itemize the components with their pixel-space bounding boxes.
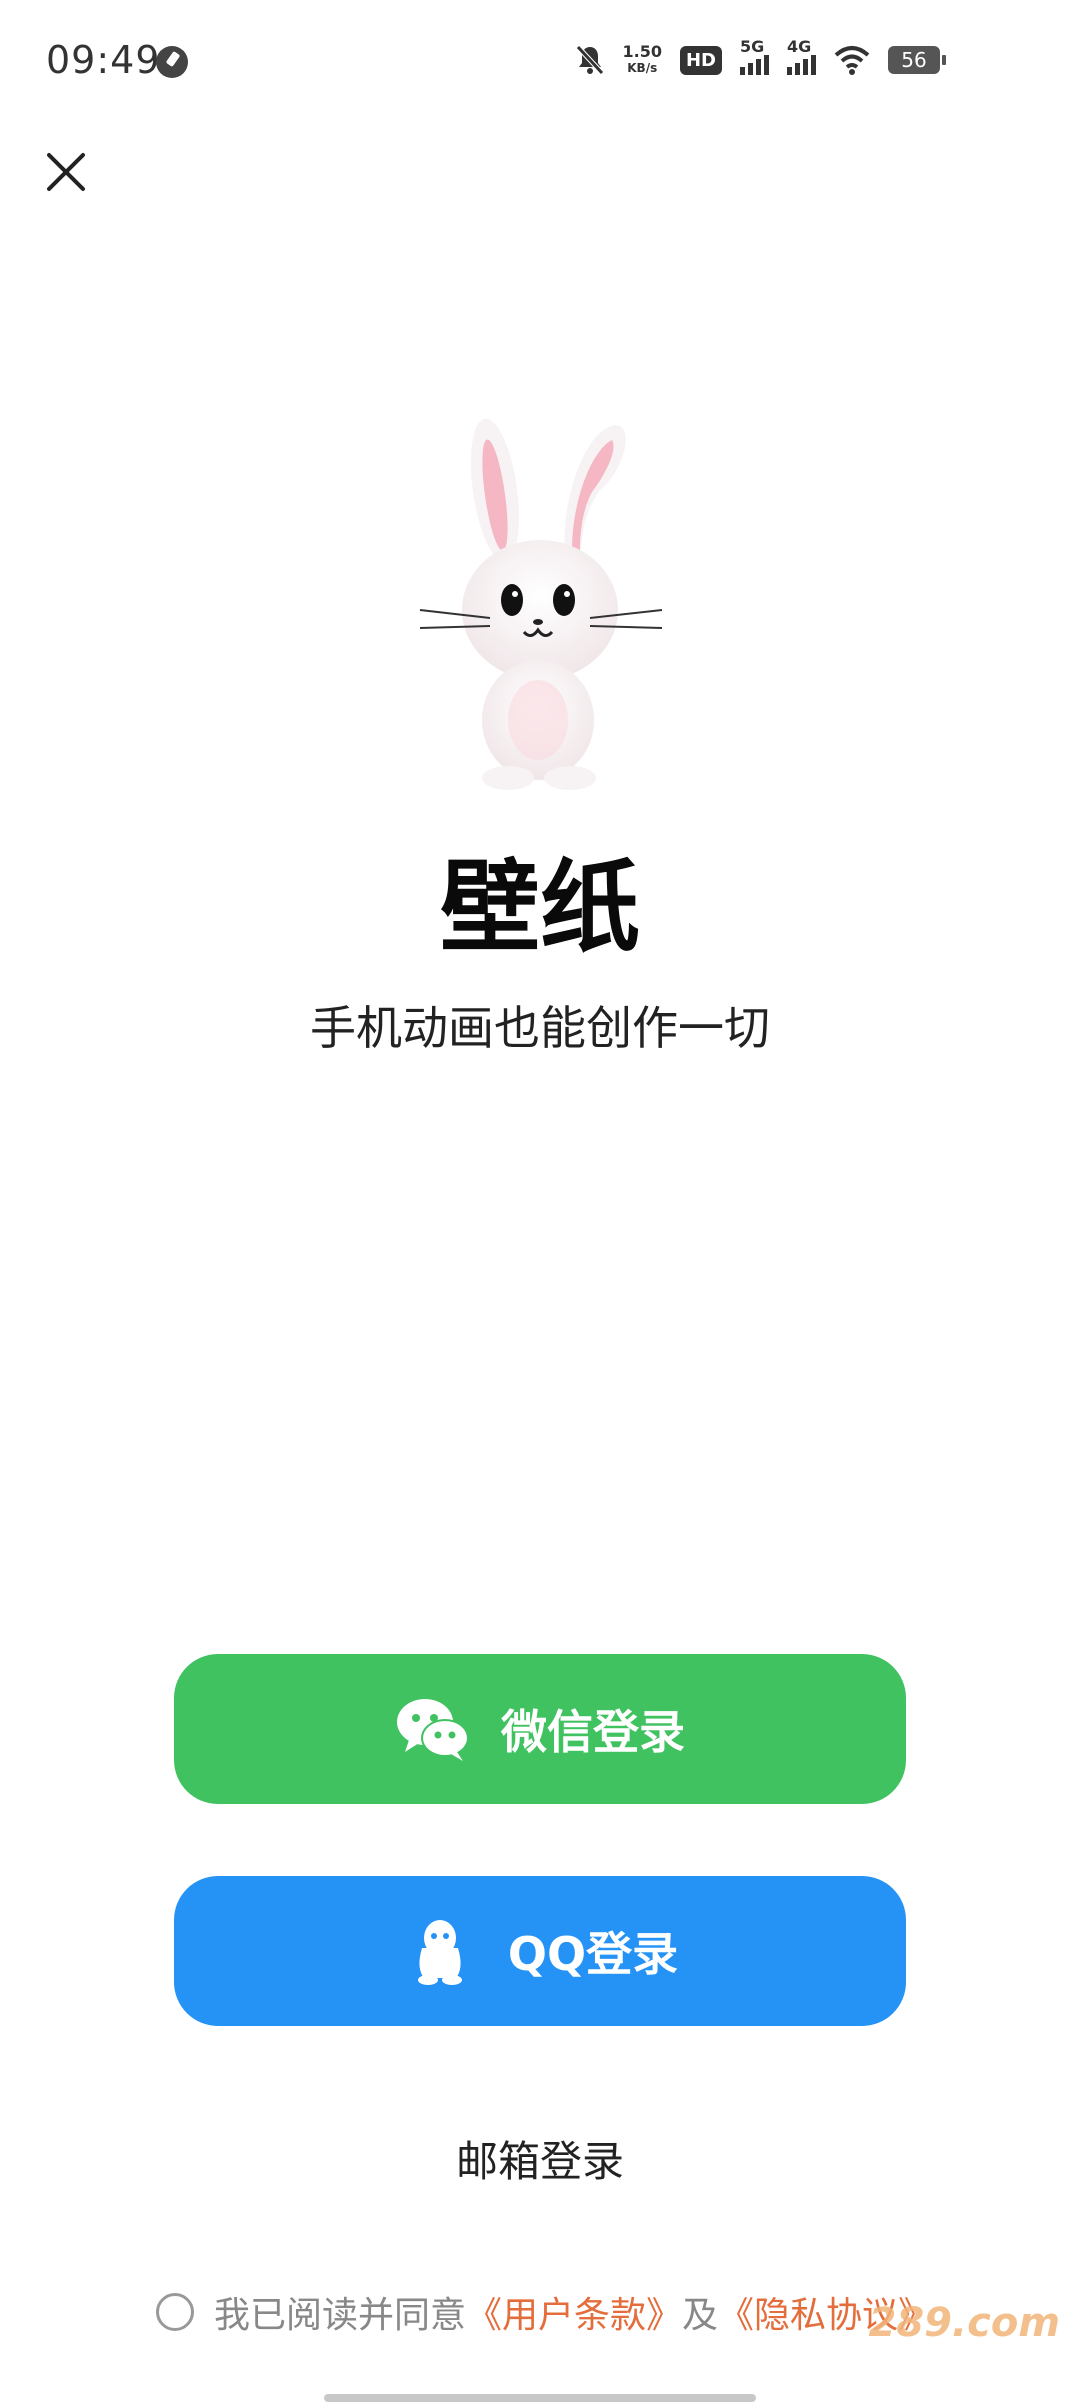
speed-dial-icon [156, 46, 188, 78]
home-indicator[interactable] [324, 2394, 756, 2402]
email-login-link[interactable]: 邮箱登录 [0, 2128, 1080, 2189]
status-time: 09:49 [46, 38, 161, 82]
close-button[interactable] [36, 142, 96, 202]
app-title: 壁纸 [440, 849, 640, 966]
wifi-icon [834, 46, 870, 75]
signal-4g-icon: 4G [787, 37, 816, 75]
site-watermark: 289.com [868, 2300, 1060, 2346]
wechat-login-label: 微信登录 [501, 1705, 685, 1759]
battery-icon: 56 [888, 46, 946, 74]
signal-5g-icon: 5G [740, 37, 769, 75]
status-bar: 09:49 1.50 KB/s HD 5G 4G 56 [0, 0, 1080, 120]
app-subtitle: 手机动画也能创作一切 [310, 1001, 770, 1055]
net-speed-unit: KB/s [627, 61, 658, 75]
agreement-row: 我已阅读并同意 《用户条款》 及 《隐私协议》 [156, 2284, 934, 2340]
agreement-text: 我已阅读并同意 [214, 2295, 467, 2336]
wechat-icon [397, 1699, 469, 1761]
user-terms-link[interactable]: 《用户条款》 [466, 2286, 682, 2338]
qq-login-label: QQ登录 [507, 1927, 679, 1981]
net-speed: 1.50 KB/s [623, 44, 662, 76]
status-icons: 1.50 KB/s HD 5G 4G 56 [575, 37, 946, 82]
signal-5g-label: 5G [740, 37, 765, 56]
agreement-conjunction: 及 [682, 2295, 719, 2336]
hd-icon: HD [679, 45, 722, 75]
agree-radio-button[interactable] [156, 2293, 194, 2331]
bunny-mascot-icon [419, 418, 663, 790]
wechat-login-button[interactable]: 微信登录 [174, 1654, 906, 1804]
qq-login-button[interactable]: QQ登录 [174, 1876, 906, 2026]
signal-4g-label: 4G [787, 37, 812, 56]
mute-icon [575, 45, 604, 75]
net-speed-value: 1.50 [622, 42, 662, 61]
qq-penguin-icon [417, 1920, 462, 1985]
